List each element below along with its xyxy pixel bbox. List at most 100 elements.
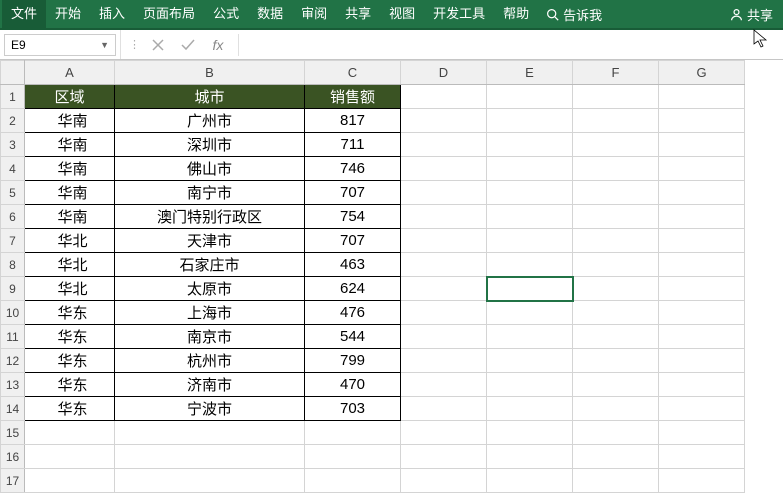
cell[interactable] (573, 85, 659, 109)
spreadsheet-area[interactable]: A B C D E F G 1区域城市销售额2华南广州市8173华南深圳市711… (0, 60, 783, 500)
cell-city[interactable]: 石家庄市 (115, 253, 305, 277)
cell-city[interactable]: 杭州市 (115, 349, 305, 373)
cell[interactable] (401, 469, 487, 493)
cell[interactable] (659, 157, 745, 181)
cell[interactable] (401, 157, 487, 181)
cell[interactable] (487, 349, 573, 373)
cell[interactable] (659, 397, 745, 421)
cell-city[interactable]: 澳门特别行政区 (115, 205, 305, 229)
cell-sales[interactable]: 746 (305, 157, 401, 181)
cell-region[interactable]: 华东 (25, 301, 115, 325)
cell[interactable] (401, 205, 487, 229)
cell-sales[interactable]: 703 (305, 397, 401, 421)
cell[interactable] (659, 421, 745, 445)
cell[interactable] (487, 397, 573, 421)
cell[interactable] (487, 109, 573, 133)
cell[interactable] (659, 85, 745, 109)
cell-region[interactable]: 华北 (25, 253, 115, 277)
cell[interactable] (401, 301, 487, 325)
cell[interactable] (25, 421, 115, 445)
cell[interactable] (573, 397, 659, 421)
row-header-14[interactable]: 14 (1, 397, 25, 421)
cell[interactable] (659, 373, 745, 397)
cell-sales[interactable]: 470 (305, 373, 401, 397)
ribbon-tab-developer[interactable]: 开发工具 (424, 0, 494, 28)
cell[interactable] (573, 157, 659, 181)
cell[interactable] (401, 397, 487, 421)
cell[interactable] (573, 133, 659, 157)
cell[interactable] (401, 277, 487, 301)
cell[interactable] (487, 133, 573, 157)
cell[interactable] (659, 181, 745, 205)
col-header-E[interactable]: E (487, 61, 573, 85)
cell[interactable] (487, 253, 573, 277)
cell-region[interactable]: 华北 (25, 229, 115, 253)
cell-city[interactable]: 上海市 (115, 301, 305, 325)
cell[interactable] (573, 301, 659, 325)
header-region[interactable]: 区域 (25, 85, 115, 109)
ribbon-tab-review[interactable]: 审阅 (292, 0, 336, 28)
cell[interactable] (487, 229, 573, 253)
cell[interactable] (487, 421, 573, 445)
cell-sales[interactable]: 817 (305, 109, 401, 133)
cell[interactable] (659, 253, 745, 277)
cell[interactable] (401, 445, 487, 469)
cell[interactable] (487, 373, 573, 397)
col-header-C[interactable]: C (305, 61, 401, 85)
cell[interactable] (115, 445, 305, 469)
cell-city[interactable]: 济南市 (115, 373, 305, 397)
cell[interactable] (659, 325, 745, 349)
cell-region[interactable]: 华东 (25, 373, 115, 397)
col-header-D[interactable]: D (401, 61, 487, 85)
cell-city[interactable]: 佛山市 (115, 157, 305, 181)
more-icon[interactable]: ⋮ (129, 38, 140, 51)
cell[interactable] (659, 445, 745, 469)
confirm-button[interactable] (176, 35, 200, 55)
cell[interactable] (401, 181, 487, 205)
cell-region[interactable]: 华东 (25, 397, 115, 421)
cell-region[interactable]: 华北 (25, 277, 115, 301)
cell[interactable] (401, 85, 487, 109)
row-header-12[interactable]: 12 (1, 349, 25, 373)
cell-region[interactable]: 华南 (25, 109, 115, 133)
cell-region[interactable]: 华南 (25, 205, 115, 229)
cell[interactable] (573, 109, 659, 133)
row-header-10[interactable]: 10 (1, 301, 25, 325)
cancel-button[interactable] (146, 35, 170, 55)
row-header-1[interactable]: 1 (1, 85, 25, 109)
share-button[interactable]: 共享 (722, 0, 781, 28)
cell[interactable] (573, 325, 659, 349)
ribbon-tab-home[interactable]: 开始 (46, 0, 90, 28)
cell[interactable] (573, 229, 659, 253)
ribbon-tab-view[interactable]: 视图 (380, 0, 424, 28)
cell[interactable] (573, 205, 659, 229)
row-header-4[interactable]: 4 (1, 157, 25, 181)
cell[interactable] (305, 469, 401, 493)
cell[interactable] (659, 469, 745, 493)
row-header-13[interactable]: 13 (1, 373, 25, 397)
tell-me-button[interactable]: 告诉我 (538, 0, 610, 28)
cell[interactable] (25, 445, 115, 469)
cell[interactable] (487, 85, 573, 109)
row-header-16[interactable]: 16 (1, 445, 25, 469)
col-header-F[interactable]: F (573, 61, 659, 85)
cell-sales[interactable]: 707 (305, 181, 401, 205)
cell[interactable] (659, 349, 745, 373)
cell[interactable] (659, 109, 745, 133)
cell[interactable] (573, 277, 659, 301)
cell[interactable] (305, 421, 401, 445)
cell[interactable] (401, 133, 487, 157)
cell[interactable] (573, 421, 659, 445)
header-city[interactable]: 城市 (115, 85, 305, 109)
cell[interactable] (401, 421, 487, 445)
cell-sales[interactable]: 711 (305, 133, 401, 157)
cell[interactable] (487, 181, 573, 205)
formula-input[interactable] (238, 34, 783, 56)
cell-region[interactable]: 华南 (25, 181, 115, 205)
row-header-5[interactable]: 5 (1, 181, 25, 205)
cell-city[interactable]: 太原市 (115, 277, 305, 301)
cell[interactable] (659, 229, 745, 253)
cell-city[interactable]: 宁波市 (115, 397, 305, 421)
cell[interactable] (401, 349, 487, 373)
row-header-9[interactable]: 9 (1, 277, 25, 301)
